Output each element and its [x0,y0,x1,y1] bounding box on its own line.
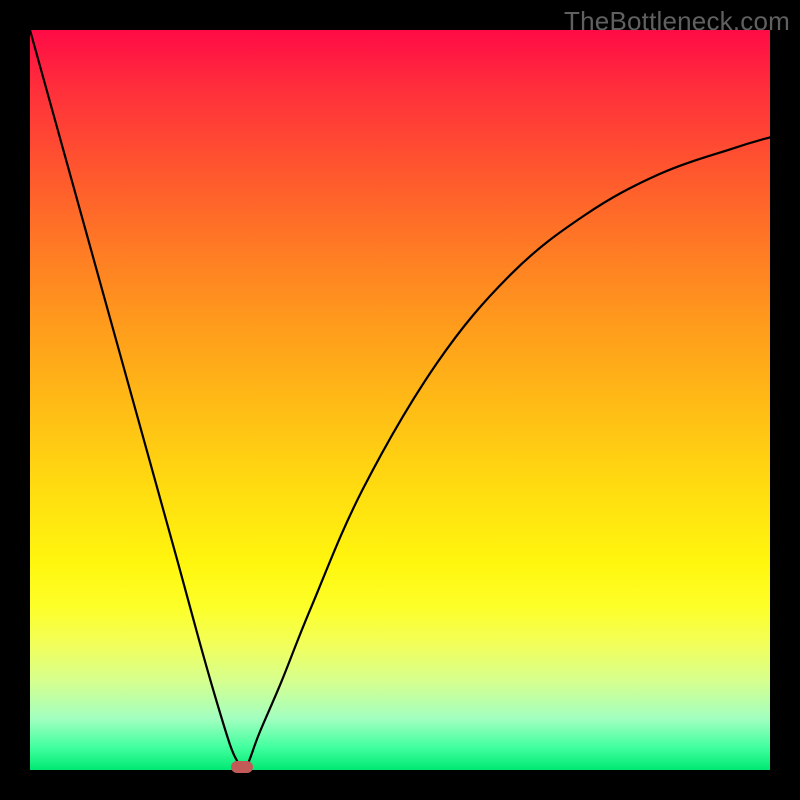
chart-container: TheBottleneck.com [0,0,800,800]
watermark-label: TheBottleneck.com [564,6,790,37]
bottleneck-curve [30,30,770,770]
minimum-marker [231,761,253,773]
plot-area [30,30,770,770]
